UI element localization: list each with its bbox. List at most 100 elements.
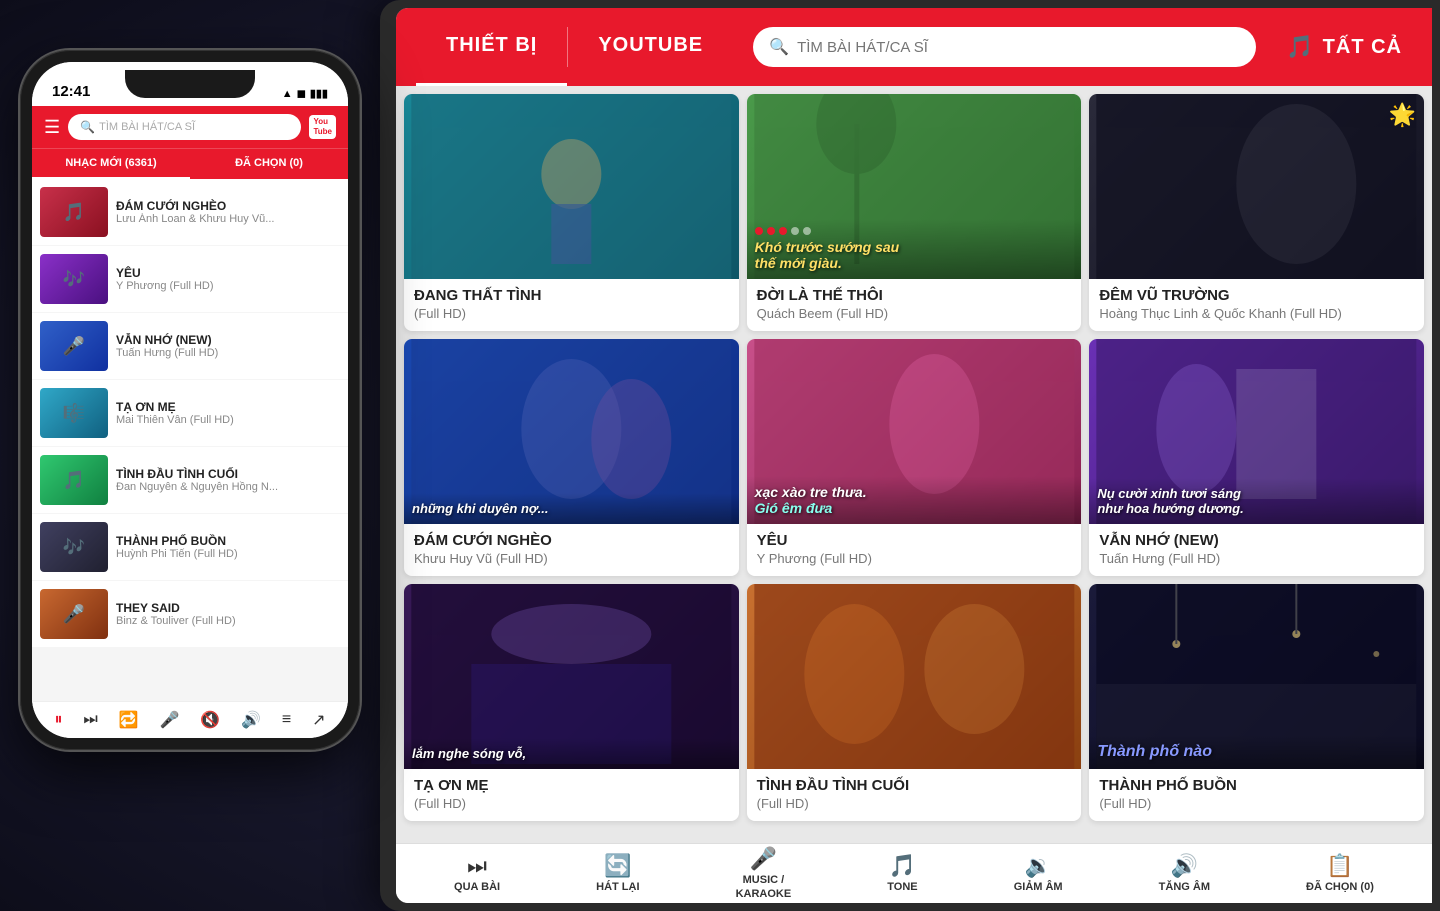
- video-card[interactable]: Khó trước sướng sau thế mới giàu. ĐỜI LÀ…: [747, 94, 1082, 331]
- phone-tabs: NHẠC MỚI (6361) ĐÃ CHỌN (0): [32, 148, 348, 179]
- song-artist: Mai Thiên Vân (Full HD): [116, 414, 340, 426]
- next-track-button[interactable]: ⏭ QUA BÀI: [454, 853, 500, 894]
- video-thumbnail: [747, 584, 1082, 769]
- phone-header: ☰ 🔍 TÌM BÀI HÁT/CA SĨ YouTube: [32, 106, 348, 148]
- playlist-button[interactable]: ≡: [282, 711, 291, 729]
- video-card[interactable]: xạc xào tre thưa. Gió êm đưa YÊU Y Phươn…: [747, 339, 1082, 576]
- tablet-header: THIẾT BỊ YOUTUBE 🔍 🎵 TẤT CẢ: [396, 8, 1432, 86]
- hamburger-icon[interactable]: ☰: [44, 117, 60, 138]
- video-card[interactable]: ĐANG THẤT TÌNH (Full HD): [404, 94, 739, 331]
- video-info: ĐỜI LÀ THẾ THÔI Quách Beem (Full HD): [747, 279, 1082, 331]
- video-info: TÌNH ĐẦU TÌNH CUỐI (Full HD): [747, 769, 1082, 821]
- mic-button[interactable]: 🎤: [159, 710, 179, 730]
- tablet-bottom-controls: ⏭ QUA BÀI 🔄 HÁT LẠI 🎤 MUSIC / KARAOKE 🎵 …: [396, 843, 1432, 903]
- music-note-icon: 🎵: [1286, 34, 1314, 60]
- video-subtitle: (Full HD): [414, 796, 729, 811]
- youtube-badge: YouTube: [309, 115, 336, 138]
- phone-tab-chosen[interactable]: ĐÃ CHỌN (0): [190, 149, 348, 179]
- video-info: ĐÊM VŨ TRƯỜNG Hoàng Thục Linh & Quốc Kha…: [1089, 279, 1424, 331]
- video-thumbnail: xạc xào tre thưa. Gió êm đưa: [747, 339, 1082, 524]
- video-info: THÀNH PHỐ BUỒN (Full HD): [1089, 769, 1424, 821]
- video-thumbnail: những khi duyên nợ...: [404, 339, 739, 524]
- list-item[interactable]: 🎵 TÌNH ĐẦU TÌNH CUỐI Đan Nguyên & Nguyễn…: [32, 447, 348, 513]
- list-item[interactable]: 🎤 THEY SAID Binz & Touliver (Full HD): [32, 581, 348, 647]
- volume-button[interactable]: 🔊: [241, 710, 261, 730]
- video-card[interactable]: TÌNH ĐẦU TÌNH CUỐI (Full HD): [747, 584, 1082, 821]
- list-item[interactable]: 🎵 ĐÁM CƯỚI NGHÈO Lưu Ánh Loan & Khưu Huy…: [32, 179, 348, 245]
- video-thumbnail: 🌟: [1089, 94, 1424, 279]
- video-thumbnail: [404, 94, 739, 279]
- video-card[interactable]: lắm nghe sóng vỗ, TẠ ƠN MẸ (Full HD): [404, 584, 739, 821]
- song-info: ĐÁM CƯỚI NGHÈO Lưu Ánh Loan & Khưu Huy V…: [116, 199, 340, 225]
- volume-down-button[interactable]: 🔉 GIẢM ÂM: [1014, 853, 1063, 894]
- song-thumbnail: 🎵: [40, 187, 108, 237]
- list-item[interactable]: 🎶 YÊU Y Phương (Full HD): [32, 246, 348, 312]
- video-overlay-text: lắm nghe sóng vỗ,: [404, 738, 739, 769]
- microphone-icon: 🎤: [750, 846, 777, 872]
- video-title: ĐANG THẤT TÌNH: [414, 287, 729, 304]
- song-thumbnail: 🎵: [40, 455, 108, 505]
- song-title: THEY SAID: [116, 601, 340, 615]
- video-card[interactable]: Nụ cười xinh tươi sáng như hoa hướng dươ…: [1089, 339, 1424, 576]
- tat-ca-label: TẤT CẢ: [1323, 36, 1402, 59]
- song-info: THÀNH PHỐ BUỒN Huỳnh Phi Tiến (Full HD): [116, 534, 340, 560]
- video-card[interactable]: Thành phố nào THÀNH PHỐ BUỒN (Full HD): [1089, 584, 1424, 821]
- song-info: YÊU Y Phương (Full HD): [116, 266, 340, 292]
- phone-search-placeholder: TÌM BÀI HÁT/CA SĨ: [99, 121, 195, 133]
- phone-device: 12:41 ▲ ◼ ▮▮▮ ☰ 🔍 TÌM BÀI HÁT/CA SĨ YouT…: [20, 50, 360, 750]
- video-subtitle: (Full HD): [757, 796, 1072, 811]
- mute-button[interactable]: 🔇: [200, 710, 220, 730]
- badge-emoji: 🌟: [1389, 102, 1416, 128]
- tab-thiet-bi[interactable]: THIẾT BỊ: [416, 8, 567, 86]
- repeat-button[interactable]: 🔁: [119, 710, 139, 730]
- video-title: ĐÊM VŨ TRƯỜNG: [1099, 287, 1414, 304]
- list-item[interactable]: 🎶 THÀNH PHỐ BUỒN Huỳnh Phi Tiến (Full HD…: [32, 514, 348, 580]
- tone-button[interactable]: 🎵 TONE: [887, 853, 917, 894]
- tat-ca-button[interactable]: 🎵 TẤT CẢ: [1276, 34, 1412, 60]
- volume-up-label: TĂNG ÂM: [1159, 881, 1210, 894]
- song-title: ĐÁM CƯỚI NGHÈO: [116, 199, 340, 213]
- video-card[interactable]: những khi duyên nợ... ĐÁM CƯỚI NGHÈO Khư…: [404, 339, 739, 576]
- volume-down-label: GIẢM ÂM: [1014, 881, 1063, 894]
- list-item[interactable]: 🎼 TẠ ƠN MẸ Mai Thiên Vân (Full HD): [32, 380, 348, 446]
- pause-button[interactable]: ⏸: [54, 711, 62, 729]
- video-card[interactable]: 🌟 ĐÊM VŨ TRƯỜNG Hoàng Thục Linh & Quốc K…: [1089, 94, 1424, 331]
- search-input[interactable]: [797, 39, 1240, 56]
- video-subtitle: Khưu Huy Vũ (Full HD): [414, 551, 729, 566]
- next-button[interactable]: ⏭: [83, 711, 97, 729]
- song-thumbnail: 🎼: [40, 388, 108, 438]
- music-karaoke-button[interactable]: 🎤 MUSIC / KARAOKE: [736, 846, 792, 900]
- video-info: VẪN NHỚ (NEW) Tuấn Hưng (Full HD): [1089, 524, 1424, 576]
- volume-up-button[interactable]: 🔊 TĂNG ÂM: [1159, 853, 1210, 894]
- replay-icon: 🔄: [604, 853, 631, 879]
- chosen-button[interactable]: 📋 ĐÃ CHỌN (0): [1306, 853, 1374, 894]
- tablet-screen: THIẾT BỊ YOUTUBE 🔍 🎵 TẤT CẢ: [396, 8, 1432, 903]
- next-label: QUA BÀI: [454, 881, 500, 894]
- video-title: YÊU: [757, 532, 1072, 549]
- share-button[interactable]: ↗: [312, 710, 325, 730]
- list-item[interactable]: 🎤 VẪN NHỚ (NEW) Tuấn Hưng (Full HD): [32, 313, 348, 379]
- phone-time: 12:41: [52, 83, 90, 100]
- song-artist: Tuấn Hưng (Full HD): [116, 347, 340, 359]
- tab-youtube[interactable]: YOUTUBE: [568, 8, 733, 86]
- song-title: TẠ ƠN MẸ: [116, 400, 340, 414]
- song-info: TẠ ƠN MẸ Mai Thiên Vân (Full HD): [116, 400, 340, 426]
- video-overlay-text: những khi duyên nợ...: [404, 493, 739, 524]
- phone-bottom-controls: ⏸ ⏭ 🔁 🎤 🔇 🔊 ≡ ↗: [32, 701, 348, 738]
- video-grid: ĐANG THẤT TÌNH (Full HD): [404, 94, 1424, 821]
- video-info: ĐANG THẤT TÌNH (Full HD): [404, 279, 739, 331]
- playlist-icon: 📋: [1326, 853, 1353, 879]
- video-title: TẠ ƠN MẸ: [414, 777, 729, 794]
- song-info: THEY SAID Binz & Touliver (Full HD): [116, 601, 340, 627]
- song-artist: Binz & Touliver (Full HD): [116, 615, 340, 627]
- tablet-search-bar[interactable]: 🔍: [753, 27, 1256, 67]
- phone-status-icons: ▲ ◼ ▮▮▮: [282, 87, 328, 100]
- song-artist: Huỳnh Phi Tiến (Full HD): [116, 548, 340, 560]
- replay-button[interactable]: 🔄 HÁT LẠI: [596, 853, 639, 894]
- next-icon: ⏭: [467, 853, 487, 879]
- video-thumbnail: lắm nghe sóng vỗ,: [404, 584, 739, 769]
- video-overlay-text: xạc xào tre thưa. Gió êm đưa: [747, 476, 1082, 524]
- phone-search-bar[interactable]: 🔍 TÌM BÀI HÁT/CA SĨ: [68, 114, 301, 140]
- song-thumbnail: 🎤: [40, 321, 108, 371]
- phone-tab-new[interactable]: NHẠC MỚI (6361): [32, 149, 190, 179]
